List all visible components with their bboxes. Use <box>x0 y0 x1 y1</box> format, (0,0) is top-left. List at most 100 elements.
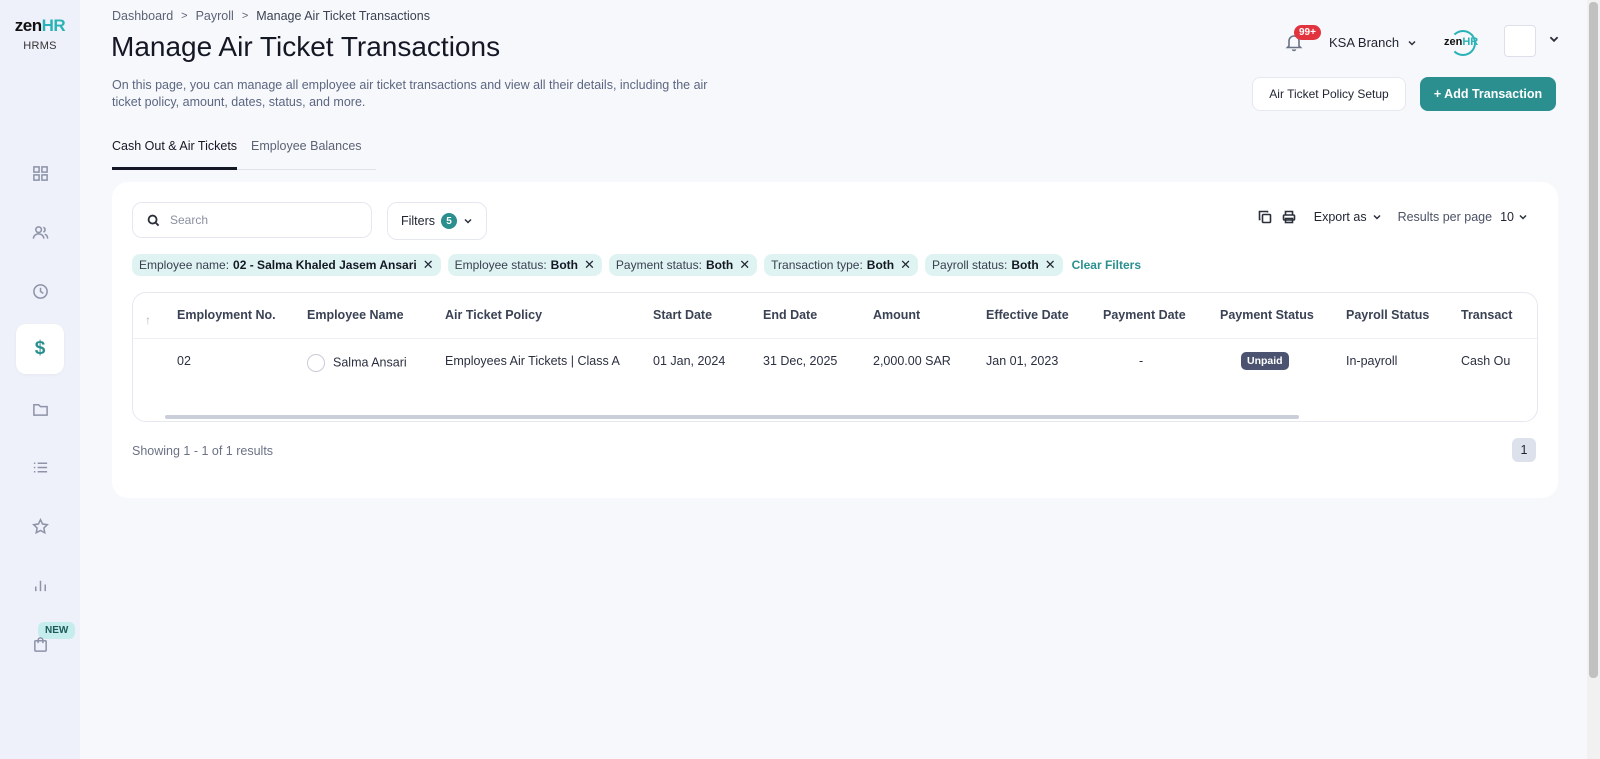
close-icon[interactable]: ✕ <box>739 257 750 273</box>
logo-subtitle: HRMS <box>23 40 57 52</box>
filter-chip-payroll-status: Payroll status: Both ✕ <box>925 254 1063 276</box>
active-filter-chips: Employee name: 02 - Salma Khaled Jasem An… <box>132 254 1141 276</box>
sidebar: zenHR HRMS $ NEW <box>0 0 80 759</box>
breadcrumb-payroll[interactable]: Payroll <box>196 9 234 23</box>
print-icon <box>1282 210 1296 224</box>
tab-cash-out-air-tickets[interactable]: Cash Out & Air Tickets <box>112 135 238 170</box>
nav-payroll[interactable]: $ <box>16 324 64 374</box>
print-button[interactable] <box>1282 210 1296 224</box>
col-employee-name[interactable]: Employee Name <box>307 308 404 322</box>
bar-chart-icon <box>34 580 46 591</box>
col-payroll-status[interactable]: Payroll Status <box>1346 308 1429 322</box>
col-start-date[interactable]: Start Date <box>653 308 712 322</box>
nav-requests[interactable] <box>16 442 64 492</box>
nav-marketplace[interactable] <box>16 619 64 669</box>
nav-reports[interactable] <box>16 560 64 610</box>
star-icon <box>31 517 49 534</box>
scrollbar-thumb[interactable] <box>1589 2 1598 678</box>
export-label: Export as <box>1313 210 1367 224</box>
chevron-down-icon <box>1519 214 1527 220</box>
chip-value: 02 - Salma Khaled Jasem Ansari <box>233 258 417 272</box>
cell-amount: 2,000.00 SAR <box>873 354 951 368</box>
cell-transaction-type: Cash Ou <box>1461 354 1511 368</box>
mini-logo-text: zen <box>1444 36 1463 48</box>
col-payment-status[interactable]: Payment Status <box>1220 308 1314 322</box>
col-effective-date[interactable]: Effective Date <box>986 308 1069 322</box>
logo-text: zen <box>14 16 42 35</box>
breadcrumb-current: Manage Air Ticket Transactions <box>256 9 430 23</box>
air-ticket-policy-setup-button[interactable]: Air Ticket Policy Setup <box>1252 77 1406 111</box>
chevron-down-icon <box>1408 40 1416 46</box>
close-icon[interactable]: ✕ <box>900 257 911 273</box>
tabs: Cash Out & Air Tickets Employee Balances <box>112 135 376 170</box>
cell-payroll-status: In-payroll <box>1346 354 1398 368</box>
col-payment-date[interactable]: Payment Date <box>1103 308 1186 322</box>
export-dropdown[interactable]: Export as <box>1314 210 1382 224</box>
branch-selector[interactable]: KSA Branch <box>1329 35 1417 50</box>
table-header: ↑ Employment No. Employee Name Air Ticke… <box>133 293 1537 339</box>
search-icon <box>147 214 160 226</box>
chevron-right-icon: > <box>241 10 249 22</box>
chevron-down-icon <box>1373 214 1381 220</box>
results-per-page-select[interactable]: 10 <box>1500 210 1528 224</box>
cell-employee-name[interactable]: Salma Ansari <box>307 354 407 372</box>
chip-value: Both <box>1011 258 1039 272</box>
results-per-page-value: 10 <box>1500 210 1514 224</box>
add-transaction-button[interactable]: + Add Transaction <box>1420 77 1556 111</box>
pagination-page-1[interactable]: 1 <box>1512 438 1536 462</box>
filters-count-badge: 5 <box>441 213 458 229</box>
people-icon <box>32 225 48 239</box>
chip-key: Transaction type: <box>771 258 863 272</box>
notification-count-badge: 99+ <box>1294 25 1321 40</box>
cell-payment-date: - <box>1139 354 1144 368</box>
nav-performance[interactable] <box>16 501 64 551</box>
transactions-card: Filters 5 Export as Results per page 10 … <box>112 182 1558 498</box>
folder-icon <box>32 403 48 416</box>
close-icon[interactable]: ✕ <box>1045 257 1056 273</box>
nav-employees[interactable] <box>16 207 64 257</box>
copy-button[interactable] <box>1258 210 1272 224</box>
close-icon[interactable]: ✕ <box>584 257 595 273</box>
sort-arrow-icon[interactable]: ↑ <box>145 313 151 327</box>
logo-text-hr: HR <box>41 16 66 35</box>
list-icon <box>33 461 47 473</box>
horizontal-scrollbar[interactable] <box>165 415 1299 419</box>
vertical-scrollbar[interactable] <box>1587 0 1600 759</box>
breadcrumb-dashboard[interactable]: Dashboard <box>112 9 173 23</box>
filter-chip-employee-name: Employee name: 02 - Salma Khaled Jasem An… <box>132 254 441 276</box>
bag-icon <box>33 636 47 652</box>
filters-button[interactable]: Filters 5 <box>387 202 487 240</box>
dollar-icon: $ <box>34 338 46 359</box>
tab-employee-balances[interactable]: Employee Balances <box>251 135 361 169</box>
col-transaction-type[interactable]: Transact <box>1461 308 1512 322</box>
search-input[interactable] <box>170 213 350 227</box>
search-box[interactable] <box>132 202 372 238</box>
copy-icon <box>1258 210 1272 224</box>
user-menu-toggle[interactable] <box>1548 32 1560 50</box>
nav-attendance[interactable] <box>16 266 64 316</box>
transactions-table: ↑ Employment No. Employee Name Air Ticke… <box>132 292 1538 422</box>
close-icon[interactable]: ✕ <box>423 257 434 273</box>
clear-filters-link[interactable]: Clear Filters <box>1072 258 1141 272</box>
table-toolbar: Export as Results per page 10 <box>1258 210 1528 224</box>
chip-value: Both <box>866 258 895 272</box>
breadcrumb: Dashboard > Payroll > Manage Air Ticket … <box>112 9 430 23</box>
col-end-date[interactable]: End Date <box>763 308 817 322</box>
col-employment-no[interactable]: Employment No. <box>177 308 276 322</box>
col-air-ticket-policy[interactable]: Air Ticket Policy <box>445 308 542 322</box>
filter-chip-employee-status: Employee status: Both ✕ <box>447 254 602 276</box>
employee-avatar <box>307 354 325 372</box>
cell-end-date: 31 Dec, 2025 <box>763 354 838 368</box>
chip-key: Employee name: <box>139 258 230 272</box>
branch-label: KSA Branch <box>1329 35 1400 50</box>
cell-policy: Employees Air Tickets | Class A <box>445 354 620 368</box>
user-avatar[interactable] <box>1504 25 1536 57</box>
employee-name-text: Salma Ansari <box>333 355 407 370</box>
nav-documents[interactable] <box>16 384 64 434</box>
chip-key: Payroll status: <box>932 258 1008 272</box>
zenhr-logo[interactable]: zenHR HRMS <box>10 16 70 52</box>
mini-logo-text-hr: HR <box>1462 36 1479 48</box>
results-per-page-label: Results per page <box>1397 210 1493 224</box>
nav-dashboard[interactable] <box>16 148 64 198</box>
col-amount[interactable]: Amount <box>873 308 920 322</box>
